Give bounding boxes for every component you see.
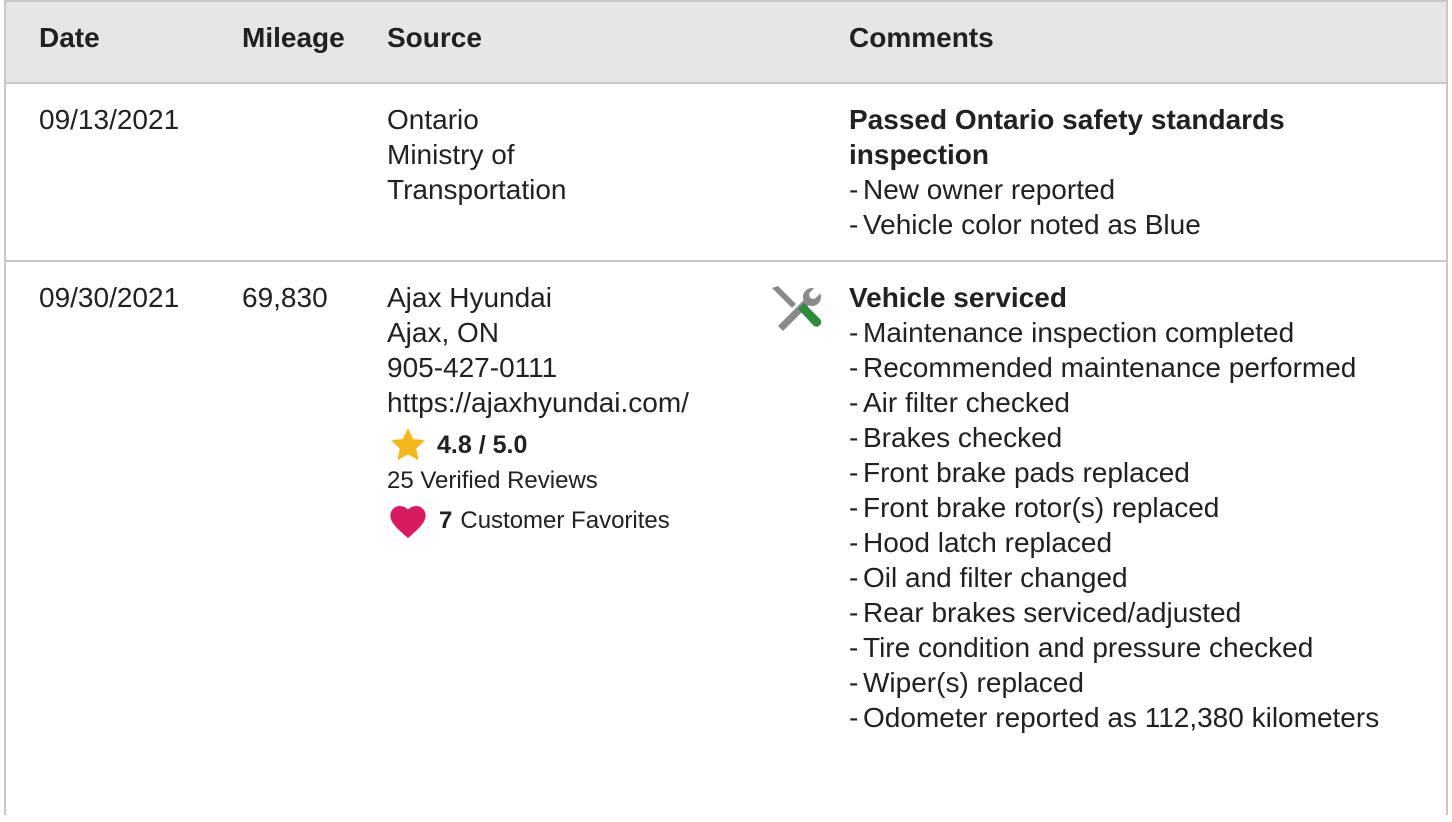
dealer-website-link[interactable]: https://ajaxhyundai.com/ bbox=[387, 385, 689, 420]
record-date: 09/13/2021 bbox=[39, 104, 180, 135]
record-date: 09/30/2021 bbox=[39, 282, 180, 313]
header-date: Date bbox=[39, 22, 100, 53]
comment-item: - Air filter checked bbox=[849, 387, 1070, 418]
comment-title: Vehicle serviced bbox=[849, 282, 1067, 313]
record-source: Ajax Hyundai Ajax, ON 905-427-0111 https… bbox=[387, 280, 689, 540]
comment-item: - Front brake rotor(s) replaced bbox=[849, 492, 1220, 523]
service-tools-icon bbox=[768, 282, 824, 348]
rating-value: 4.8 / 5.0 bbox=[437, 430, 528, 459]
heart-icon bbox=[390, 506, 426, 539]
record-mileage: 69,830 bbox=[242, 282, 328, 313]
source-line: Ontario bbox=[387, 104, 479, 135]
comment-item: - Front brake pads replaced bbox=[849, 457, 1190, 488]
header-mileage: Mileage bbox=[242, 22, 345, 53]
record-comments: Passed Ontario safety standards inspecti… bbox=[849, 102, 1409, 242]
comment-item: - Wiper(s) replaced bbox=[849, 667, 1084, 698]
comment-item: - Brakes checked bbox=[849, 422, 1063, 453]
comment-item: - Tire condition and pressure checked bbox=[849, 632, 1314, 663]
source-line: Transportation bbox=[387, 174, 567, 205]
dealer-name[interactable]: Ajax Hyundai bbox=[387, 280, 689, 315]
favorites-count: 7 bbox=[439, 506, 453, 534]
table-row: 09/13/2021 Ontario Ministry of Transport… bbox=[6, 84, 1446, 262]
vehicle-history-table: Date Mileage Source Comments 09/13/2021 … bbox=[4, 0, 1448, 815]
customer-favorites: 7 Customer Favorites bbox=[387, 500, 689, 540]
record-source: Ontario Ministry of Transportation bbox=[387, 102, 567, 207]
comment-title: Passed Ontario safety standards inspecti… bbox=[849, 104, 1285, 170]
header-source: Source bbox=[387, 22, 482, 53]
comment-item: - Rear brakes serviced/adjusted bbox=[849, 597, 1242, 628]
dealer-rating: 4.8 / 5.0 bbox=[387, 426, 689, 464]
comment-item: - Hood latch replaced bbox=[849, 527, 1113, 558]
comment-item: - Recommended maintenance performed bbox=[849, 352, 1357, 383]
source-line: Ministry of bbox=[387, 139, 515, 170]
comment-item: - New owner reported bbox=[849, 174, 1116, 205]
comment-item: - Odometer reported as 112,380 kilometers bbox=[849, 702, 1380, 733]
star-icon bbox=[391, 428, 425, 461]
header-comments: Comments bbox=[849, 22, 994, 53]
dealer-phone[interactable]: 905-427-0111 bbox=[387, 350, 689, 385]
favorites-label: Customer Favorites bbox=[460, 506, 670, 534]
comment-item: - Oil and filter changed bbox=[849, 562, 1128, 593]
comment-item: - Maintenance inspection completed bbox=[849, 317, 1295, 348]
comment-item: - Vehicle color noted as Blue bbox=[849, 209, 1201, 240]
dealer-location: Ajax, ON bbox=[387, 317, 500, 348]
table-header: Date Mileage Source Comments bbox=[6, 2, 1446, 84]
table-row: 09/30/2021 69,830 Ajax Hyundai Ajax, ON … bbox=[6, 262, 1446, 822]
record-comments: Vehicle serviced - Maintenance inspection… bbox=[849, 280, 1409, 735]
verified-reviews-link[interactable]: 25 Verified Reviews bbox=[387, 464, 689, 498]
